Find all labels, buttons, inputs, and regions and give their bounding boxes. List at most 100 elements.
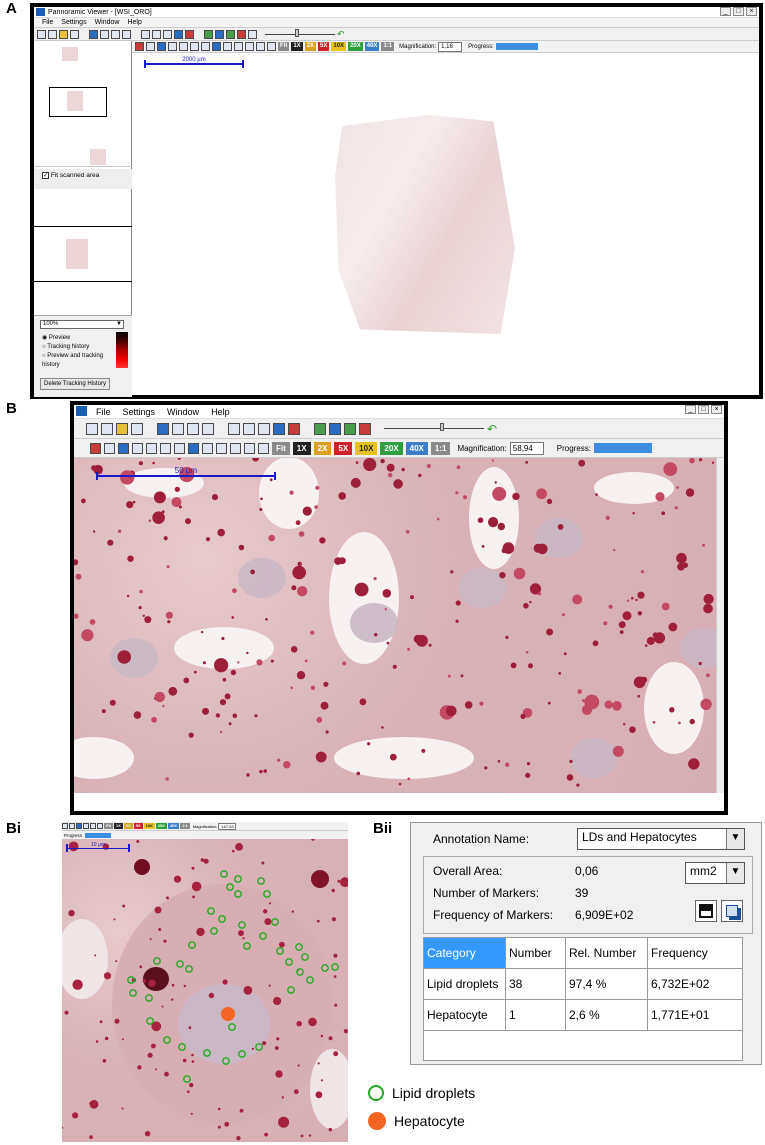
zoom-fit-button[interactable]: Fit <box>104 823 113 829</box>
layout-split-icon[interactable] <box>243 422 255 435</box>
magnification-input[interactable]: 1,16 <box>438 41 463 52</box>
header-number[interactable]: Number <box>505 937 566 969</box>
camera-icon[interactable] <box>230 442 241 454</box>
overlay-icon[interactable] <box>329 422 341 435</box>
layout-single-icon[interactable] <box>141 29 150 39</box>
zoom-1x-button[interactable]: 1X <box>113 823 123 829</box>
open-icon[interactable] <box>116 422 128 435</box>
maximize-button[interactable]: □ <box>733 7 744 16</box>
zoom-40x-button[interactable]: 40X <box>364 42 380 51</box>
camera-icon[interactable] <box>245 42 254 51</box>
zoomed-view-bi[interactable]: Fit 1X 2X 5X 10X 20X 40X 1:1 Magnificati… <box>62 822 348 1142</box>
menu-settings[interactable]: Settings <box>61 19 86 26</box>
zoom-5x-button[interactable]: 5X <box>318 42 330 51</box>
preview-thumbnail[interactable] <box>66 239 88 269</box>
frame-icon[interactable] <box>146 42 155 51</box>
zoom-10x-button[interactable]: 10X <box>143 823 155 829</box>
focus-slider[interactable] <box>265 28 335 37</box>
table-row[interactable]: Hepatocyte 1 2,6 % 1,771E+01 <box>423 999 743 1031</box>
radio-preview[interactable]: ◉ Preview <box>42 334 104 343</box>
fullscreen-icon[interactable] <box>185 29 194 39</box>
brush-icon[interactable] <box>216 442 227 454</box>
select-icon[interactable] <box>179 42 188 51</box>
zoom-region-icon[interactable] <box>258 442 269 454</box>
compare-icon[interactable] <box>314 422 326 435</box>
zoom-40x-button[interactable]: 40X <box>167 823 179 829</box>
pan-icon[interactable] <box>62 823 68 829</box>
export-icon[interactable] <box>226 29 235 39</box>
slides-icon[interactable] <box>86 422 98 435</box>
marker-icon[interactable] <box>237 29 246 39</box>
polygon-icon[interactable] <box>90 823 96 829</box>
radio-preview-and-tracking[interactable]: ○ Preview and tracking history <box>42 352 104 370</box>
compare-icon[interactable] <box>204 29 213 39</box>
pan-icon[interactable] <box>132 442 143 454</box>
thumbnail-slide-2[interactable] <box>67 91 83 111</box>
grid-icon[interactable] <box>48 29 57 39</box>
layout-stack-icon[interactable] <box>258 422 270 435</box>
marker-tool-icon[interactable] <box>188 442 199 454</box>
zoom-1x-button[interactable]: 1X <box>292 441 311 455</box>
arrow-icon[interactable] <box>201 42 210 51</box>
zoom-2x-button[interactable]: 2X <box>123 823 133 829</box>
focus-icon[interactable] <box>248 29 257 39</box>
open-icon[interactable] <box>59 29 68 39</box>
zoom-10x-button[interactable]: 10X <box>355 441 378 455</box>
magnification-input[interactable]: 58,94 <box>509 441 544 455</box>
close-button[interactable]: × <box>746 7 757 16</box>
navigate-icon[interactable] <box>89 29 98 39</box>
magnification-input[interactable]: 167,83 <box>218 822 237 830</box>
table-row[interactable]: Lipid droplets 38 97,4 % 6,732E+02 <box>423 968 743 1000</box>
header-rel-number[interactable]: Rel. Number <box>565 937 648 969</box>
tissue-image-bi[interactable]: 10 µm <box>62 839 348 1142</box>
camera-icon[interactable] <box>97 823 103 829</box>
minimize-button[interactable]: _ <box>685 405 696 414</box>
brush-icon[interactable] <box>234 42 243 51</box>
menu-help[interactable]: Help <box>211 407 230 417</box>
pan-icon[interactable] <box>168 42 177 51</box>
annotation-icon[interactable] <box>118 442 129 454</box>
fit-scanned-area-checkbox[interactable]: ✓ <box>42 172 49 179</box>
save-button[interactable] <box>695 900 717 922</box>
radio-tracking-history[interactable]: ○ Tracking history <box>42 343 104 352</box>
tree-icon[interactable] <box>111 29 120 39</box>
slide-icon[interactable] <box>135 42 144 51</box>
zoom-1to1-button[interactable]: 1:1 <box>381 42 395 51</box>
info-icon[interactable] <box>244 442 255 454</box>
tree-icon[interactable] <box>187 422 199 435</box>
zoom-1to1-button[interactable]: 1:1 <box>179 823 190 829</box>
menu-settings[interactable]: Settings <box>123 407 156 417</box>
select-icon[interactable] <box>146 442 157 454</box>
vertical-scrollbar[interactable] <box>716 458 724 793</box>
measure-icon[interactable] <box>160 442 171 454</box>
export-icon[interactable] <box>344 422 356 435</box>
grid-icon[interactable] <box>101 422 113 435</box>
menu-window[interactable]: Window <box>167 407 199 417</box>
zoom-20x-button[interactable]: 20X <box>380 441 403 455</box>
layer-icon[interactable] <box>172 422 184 435</box>
info-icon[interactable] <box>256 42 265 51</box>
polygon-icon[interactable] <box>202 442 213 454</box>
zoom-select[interactable]: 100% ▼ <box>40 320 124 329</box>
maximize-button[interactable]: □ <box>698 405 709 414</box>
zoom-20x-button[interactable]: 20X <box>155 823 167 829</box>
zoom-5x-button[interactable]: 5X <box>133 823 143 829</box>
layer-icon[interactable] <box>100 29 109 39</box>
slides-icon[interactable] <box>37 29 46 39</box>
zoom-fit-button[interactable]: Fit <box>272 441 290 455</box>
zoom-10x-button[interactable]: 10X <box>331 42 347 51</box>
arrow-icon[interactable] <box>174 442 185 454</box>
fit-scanned-area-row[interactable]: ✓ Fit scanned area <box>34 169 132 189</box>
zoom-20x-button[interactable]: 20X <box>348 42 363 51</box>
document-icon[interactable] <box>131 422 143 435</box>
select-icon[interactable] <box>69 823 75 829</box>
header-category[interactable]: Category <box>423 937 506 969</box>
document-icon[interactable] <box>70 29 79 39</box>
unit-select[interactable]: mm2 ▼ <box>685 862 745 884</box>
menu-file[interactable]: File <box>42 19 53 26</box>
frame-icon[interactable] <box>104 442 115 454</box>
layout-single-icon[interactable] <box>228 422 240 435</box>
zoom-fit-button[interactable]: Fit <box>278 42 290 51</box>
thumbnail-slide-1[interactable] <box>62 47 78 61</box>
link-icon[interactable] <box>202 422 214 435</box>
